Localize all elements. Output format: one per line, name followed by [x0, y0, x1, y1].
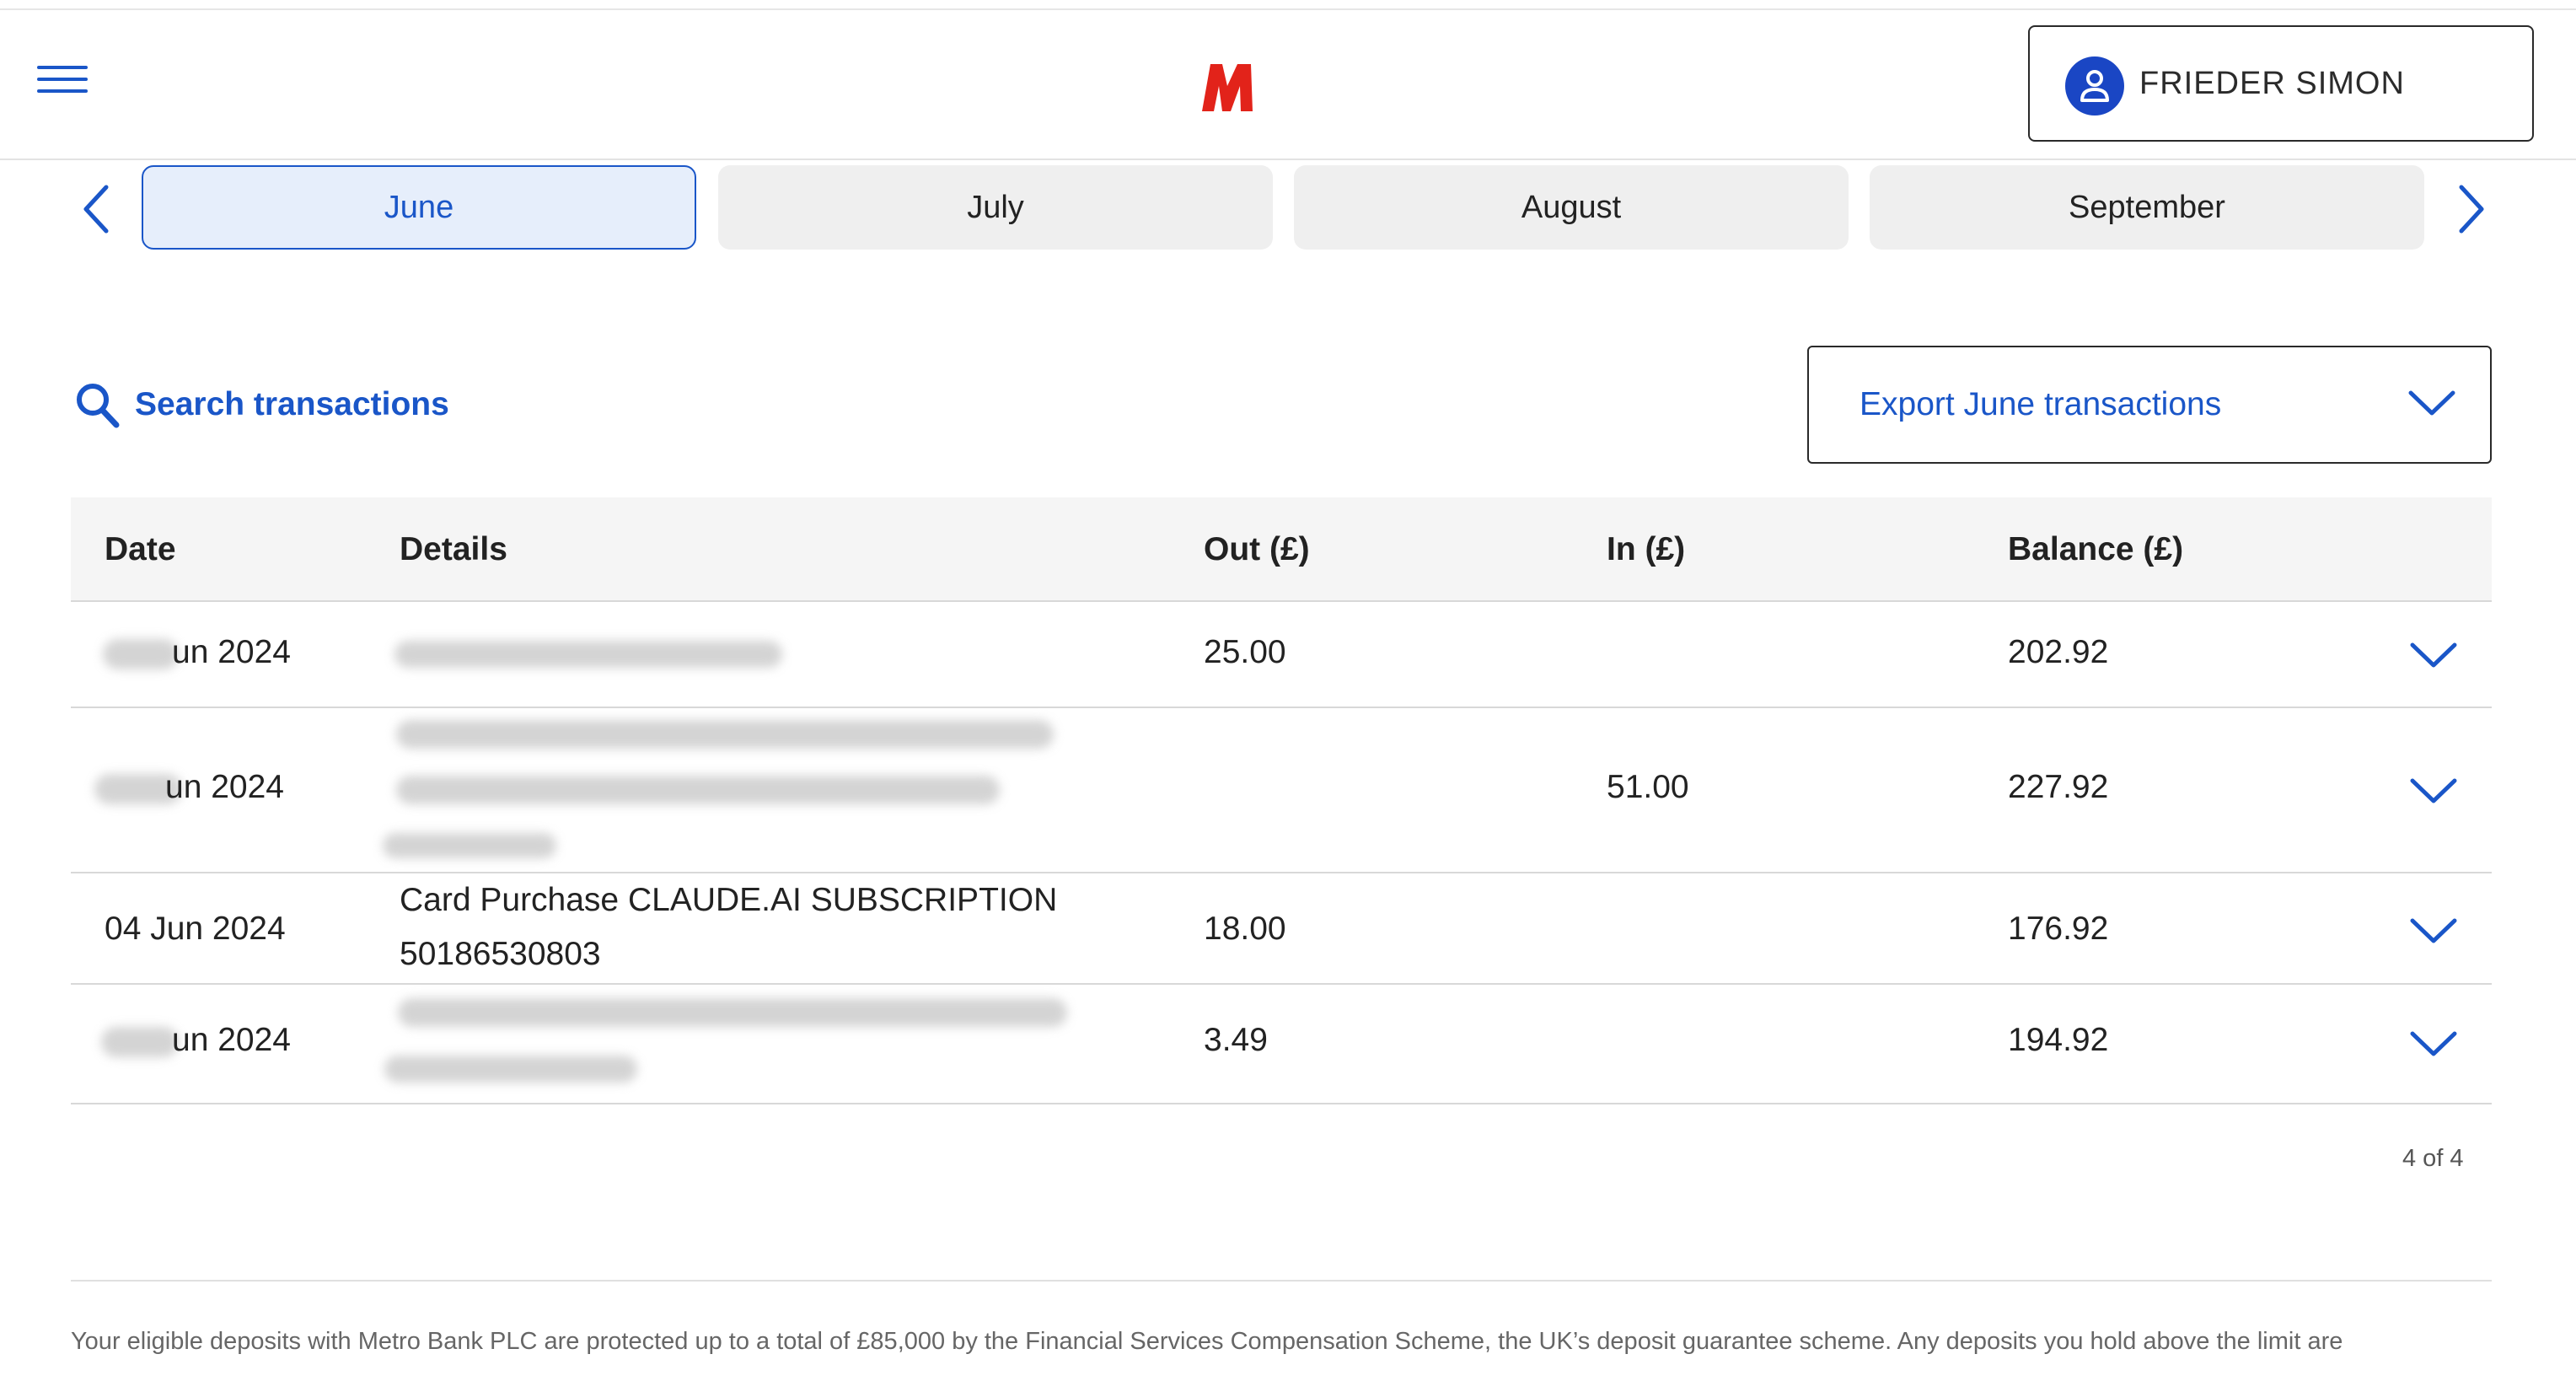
- header-details: Details: [400, 531, 507, 567]
- chevron-down-icon[interactable]: [2409, 640, 2458, 670]
- search-icon: [77, 384, 120, 428]
- footer-divider: [71, 1280, 2492, 1282]
- table-header: Date Details Out (£) In (£) Balance (£): [71, 497, 2492, 602]
- tab-september[interactable]: September: [1870, 165, 2424, 250]
- metro-bank-logo: [1202, 64, 1253, 111]
- search-transactions-label: Search transactions: [135, 386, 449, 422]
- chevron-down-icon[interactable]: [2409, 776, 2458, 806]
- chevron-down-icon[interactable]: [2409, 916, 2458, 946]
- redacted-details: [394, 641, 782, 668]
- redacted-date: [101, 1027, 179, 1057]
- tab-june[interactable]: June: [142, 165, 696, 250]
- tab-august[interactable]: August: [1294, 165, 1849, 250]
- row-out: 3.49: [1204, 1022, 1268, 1058]
- search-transactions-link[interactable]: Search transactions: [74, 379, 449, 430]
- row-date: un 2024: [172, 634, 291, 670]
- fscs-disclaimer: Your eligible deposits with Metro Bank P…: [71, 1328, 2343, 1355]
- chevron-down-icon: [2408, 390, 2455, 416]
- table-row[interactable]: un 2024 25.00 202.92: [71, 602, 2492, 708]
- row-date: 04 Jun 2024: [105, 911, 286, 947]
- redacted-details: [383, 833, 556, 858]
- header-date: Date: [105, 531, 176, 567]
- user-profile-button[interactable]: FRIEDER SIMON: [2028, 25, 2534, 142]
- table-row[interactable]: un 2024 51.00 227.92: [71, 708, 2492, 873]
- row-details: Card Purchase CLAUDE.AI SUBSCRIPTION 501…: [400, 882, 1058, 972]
- row-date: un 2024: [172, 1022, 291, 1058]
- row-balance: 202.92: [2008, 634, 2109, 670]
- row-in: 51.00: [1607, 769, 1689, 805]
- tab-july[interactable]: July: [718, 165, 1273, 250]
- redacted-details: [396, 776, 1000, 804]
- row-balance: 227.92: [2008, 769, 2109, 805]
- chevron-right-icon[interactable]: [2443, 180, 2493, 238]
- table-row[interactable]: 04 Jun 2024 Card Purchase CLAUDE.AI SUBS…: [71, 873, 2492, 985]
- export-transactions-dropdown[interactable]: Export June transactions: [1807, 346, 2492, 464]
- transactions-table: Date Details Out (£) In (£) Balance (£) …: [71, 497, 2492, 1104]
- table-row[interactable]: un 2024 3.49 194.92: [71, 985, 2492, 1104]
- redacted-details: [396, 720, 1054, 749]
- header-out: Out (£): [1204, 531, 1310, 567]
- redacted-details: [384, 1056, 637, 1083]
- export-label: Export June transactions: [1860, 386, 2222, 422]
- person-icon: [2065, 56, 2124, 116]
- online-banking-page: FRIEDER SIMON June July August September…: [0, 0, 2576, 1381]
- chevron-down-icon[interactable]: [2409, 1029, 2458, 1059]
- user-name: FRIEDER SIMON: [2139, 66, 2405, 101]
- row-date: un 2024: [165, 769, 284, 805]
- header-balance: Balance (£): [2008, 531, 2184, 567]
- row-out: 25.00: [1204, 634, 1286, 670]
- chevron-left-icon[interactable]: [74, 180, 125, 238]
- redacted-details: [398, 998, 1067, 1027]
- header: FRIEDER SIMON: [0, 10, 2576, 160]
- hamburger-icon[interactable]: [37, 66, 89, 96]
- redacted-date: [103, 639, 179, 669]
- pagination-count: 4 of 4: [2402, 1145, 2464, 1172]
- row-balance: 176.92: [2008, 911, 2109, 947]
- header-in: In (£): [1607, 531, 1686, 567]
- row-balance: 194.92: [2008, 1022, 2109, 1058]
- row-out: 18.00: [1204, 911, 1286, 947]
